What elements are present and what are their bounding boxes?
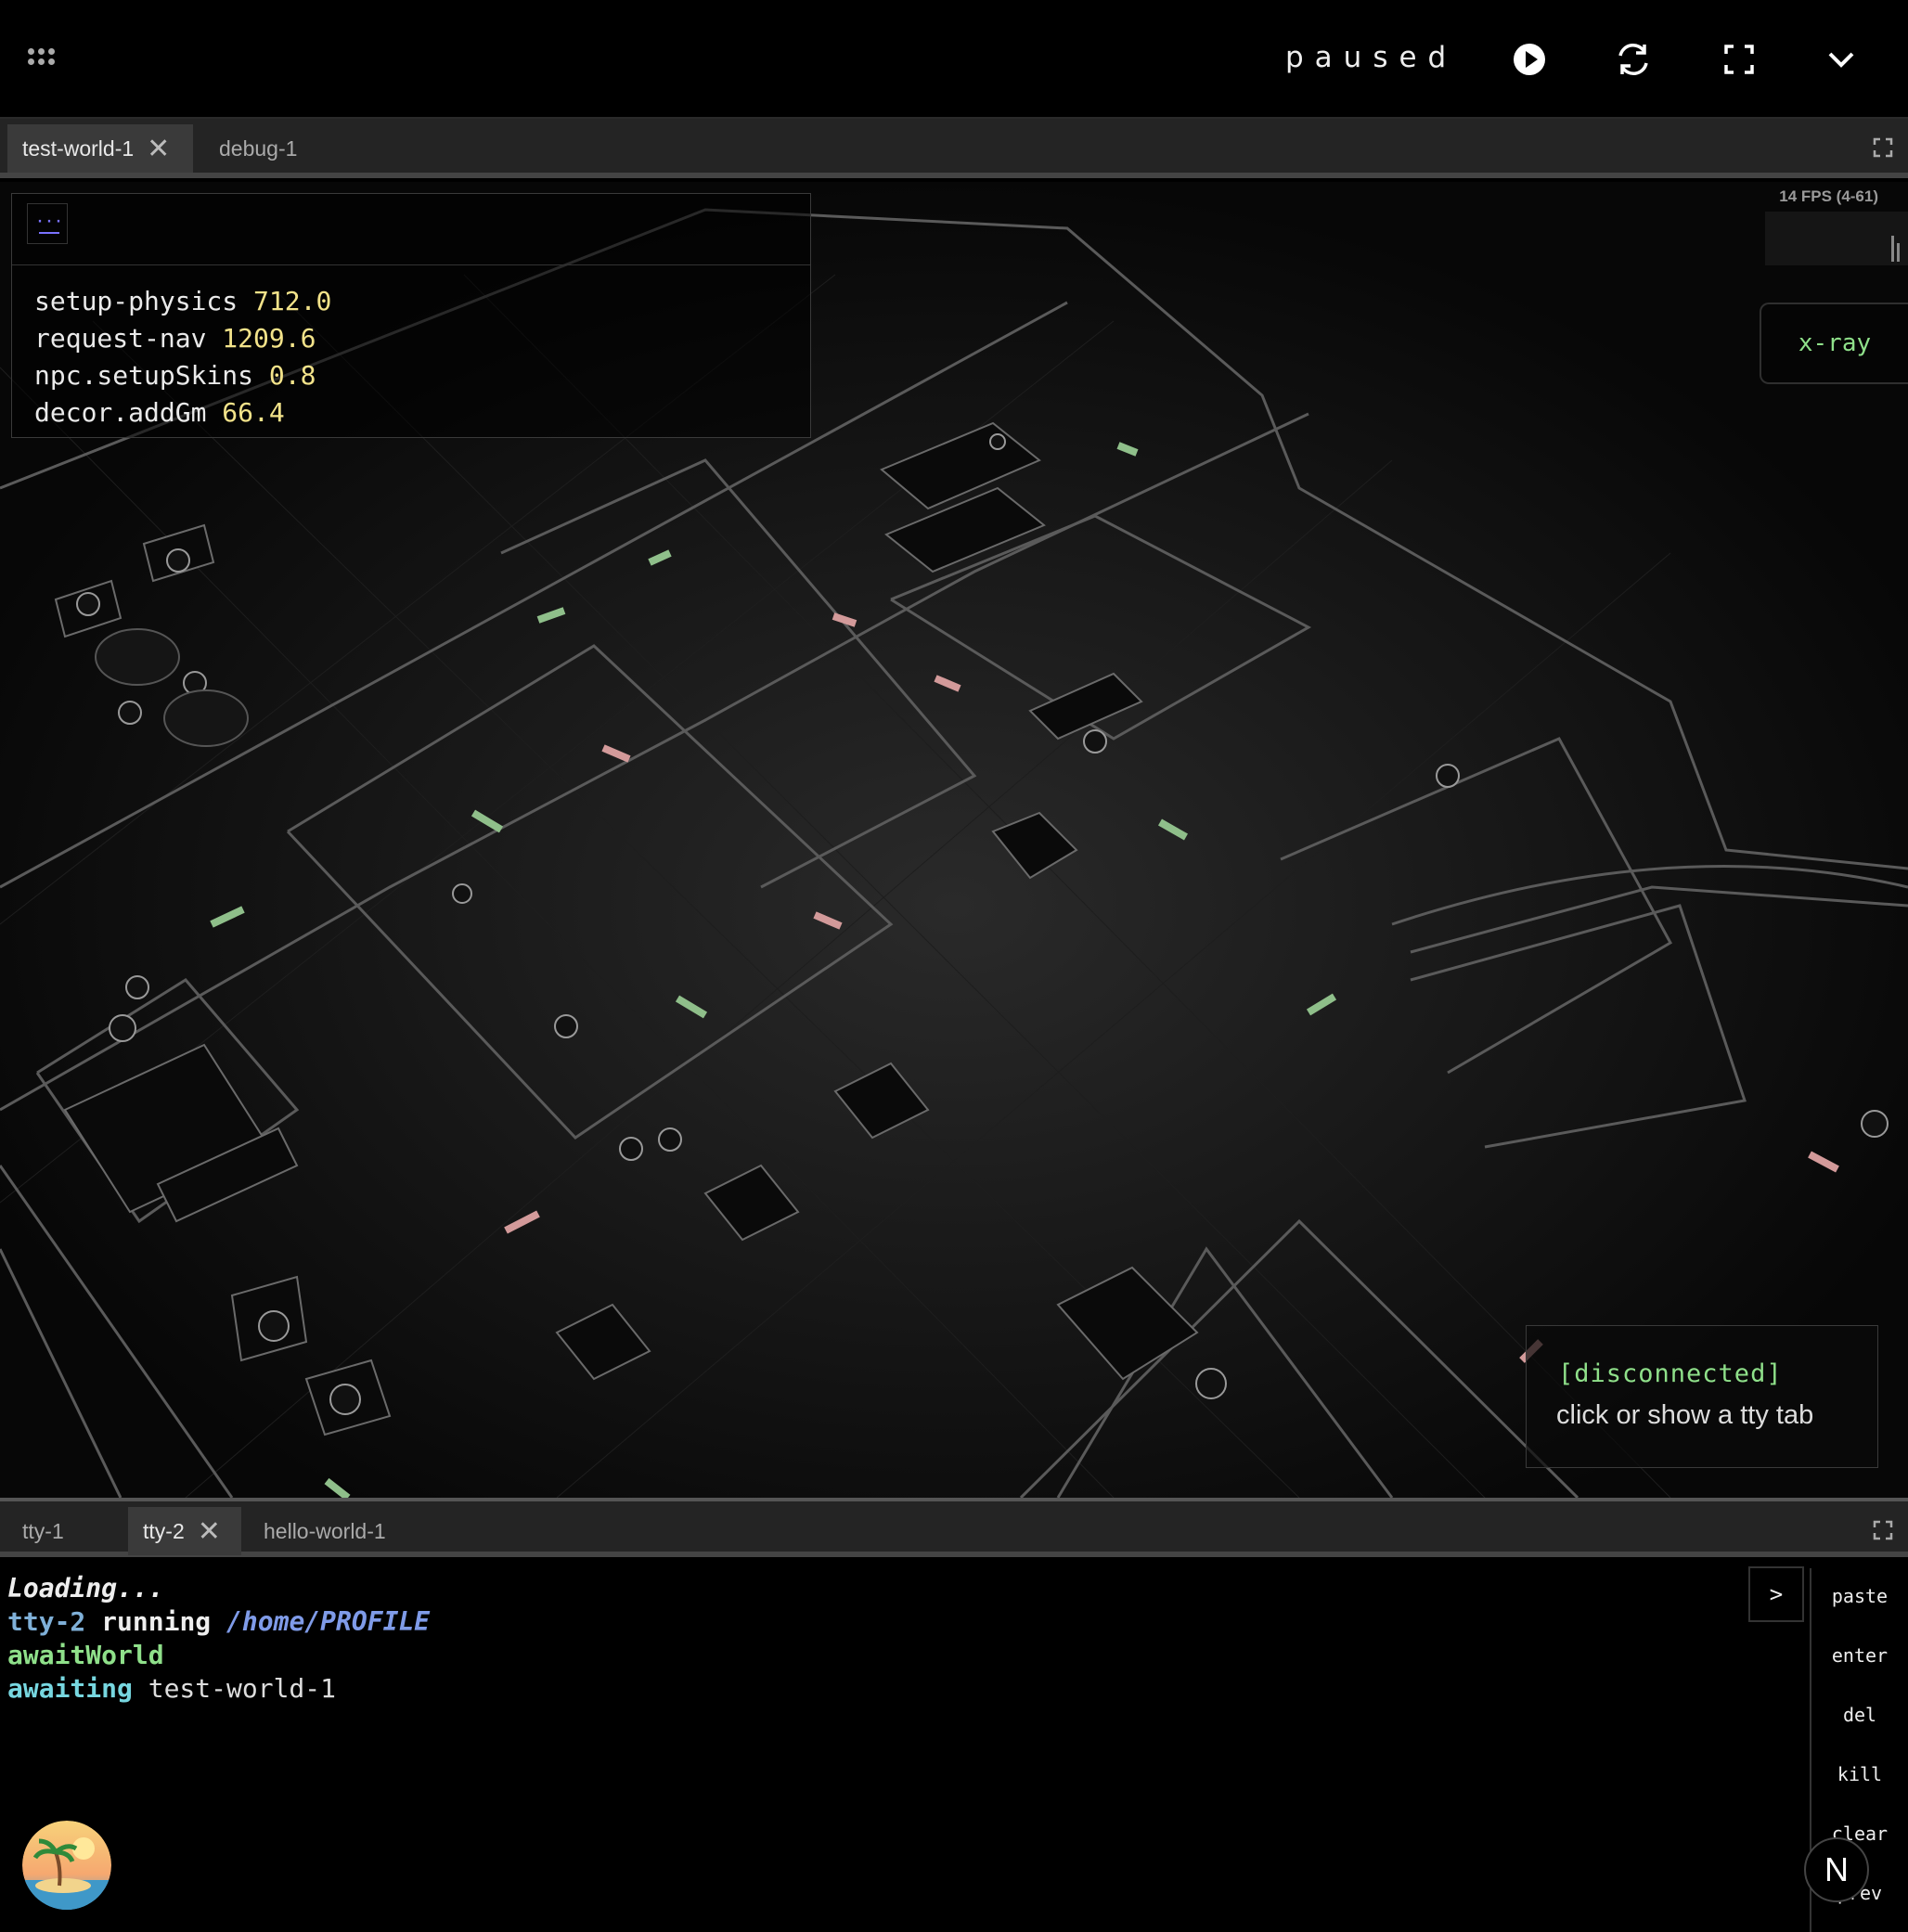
fps-graph (1765, 212, 1908, 265)
avatar[interactable] (22, 1821, 111, 1910)
n-badge[interactable]: N (1804, 1837, 1869, 1902)
chevron-down-icon[interactable] (1819, 37, 1863, 82)
world-status: paused (1285, 41, 1458, 74)
log-lines: setup-physics 712.0 request-nav 1209.6 n… (34, 283, 331, 431)
terminal[interactable]: Loading... tty-2 running /home/PROFILE a… (0, 1563, 1806, 1932)
paste-button[interactable]: paste (1811, 1578, 1908, 1615)
terminal-line: awaitWorld (7, 1640, 164, 1670)
top-bar: paused (0, 0, 1908, 119)
world-tab-strip: test-world-1 ✕ debug-1 (0, 119, 1908, 178)
fps-counter: 14 FPS (4-61) (1779, 187, 1878, 205)
fullscreen-icon[interactable] (1717, 37, 1761, 82)
terminal-line: awaiting test-world-1 (7, 1672, 430, 1706)
tab-debug-1[interactable]: debug-1 (204, 124, 312, 173)
prompt-button[interactable]: > (1748, 1566, 1804, 1622)
disconnected-hint: click or show a tty tab (1556, 1400, 1814, 1430)
terminal-keyword: awaiting (7, 1673, 133, 1704)
kill-button[interactable]: kill (1811, 1756, 1908, 1793)
tab-tty-1[interactable]: tty-1 (7, 1507, 79, 1555)
tab-hello-world-1[interactable]: hello-world-1 (249, 1507, 401, 1555)
terminal-text: running (85, 1606, 227, 1637)
terminal-output: Loading... tty-2 running /home/PROFILE a… (7, 1572, 430, 1706)
terminal-path: /home/PROFILE (226, 1606, 431, 1637)
tab-label: test-world-1 (22, 136, 135, 161)
log-name: npc.setupSkins (34, 360, 254, 391)
log-value: 712.0 (253, 286, 332, 316)
tab-test-world-1[interactable]: test-world-1 ✕ (7, 124, 193, 173)
tab-tty-2[interactable]: tty-2 ✕ (128, 1507, 241, 1555)
disconnected-notice[interactable]: [disconnected] click or show a tty tab (1526, 1325, 1878, 1468)
enter-button[interactable]: enter (1811, 1637, 1908, 1674)
log-value: 1209.6 (222, 323, 316, 354)
log-name: request-nav (34, 323, 207, 354)
disconnected-status: [disconnected] (1558, 1359, 1783, 1388)
log-value: 0.8 (268, 360, 316, 391)
refresh-icon[interactable] (1611, 37, 1656, 82)
terminal-line: tty-2 running /home/PROFILE (7, 1605, 430, 1639)
log-line: request-nav 1209.6 (34, 320, 331, 357)
menu-icon[interactable]: ··· (27, 203, 68, 244)
tab-label: tty-2 (143, 1519, 185, 1543)
log-line: npc.setupSkins 0.8 (34, 357, 331, 394)
log-value: 66.4 (222, 397, 285, 428)
close-icon[interactable]: ✕ (147, 134, 170, 164)
tty-tab-strip: tty-1 tty-2 ✕ hello-world-1 (0, 1498, 1908, 1557)
tab-label: tty-1 (22, 1519, 64, 1543)
play-icon[interactable] (1507, 37, 1552, 82)
log-divider (12, 264, 810, 265)
log-name: decor.addGm (34, 397, 207, 428)
tab-label: hello-world-1 (264, 1519, 386, 1543)
maximize-icon[interactable] (1873, 137, 1893, 158)
terminal-text: test-world-1 (132, 1673, 337, 1704)
maximize-icon[interactable] (1873, 1520, 1893, 1540)
tab-label: debug-1 (219, 136, 298, 161)
close-icon[interactable]: ✕ (198, 1516, 221, 1547)
log-line: setup-physics 712.0 (34, 283, 331, 320)
tty-name: tty-2 (7, 1606, 86, 1637)
del-button[interactable]: del (1811, 1696, 1908, 1733)
grid-icon[interactable] (28, 48, 56, 69)
log-line: decor.addGm 66.4 (34, 394, 331, 431)
xray-button[interactable]: x-ray (1760, 303, 1908, 384)
log-panel: ··· setup-physics 712.0 request-nav 1209… (11, 193, 811, 438)
log-name: setup-physics (34, 286, 238, 316)
terminal-line: Loading... (7, 1573, 164, 1604)
world-viewport[interactable]: ··· setup-physics 712.0 request-nav 1209… (0, 182, 1908, 1498)
island-icon (22, 1821, 111, 1910)
